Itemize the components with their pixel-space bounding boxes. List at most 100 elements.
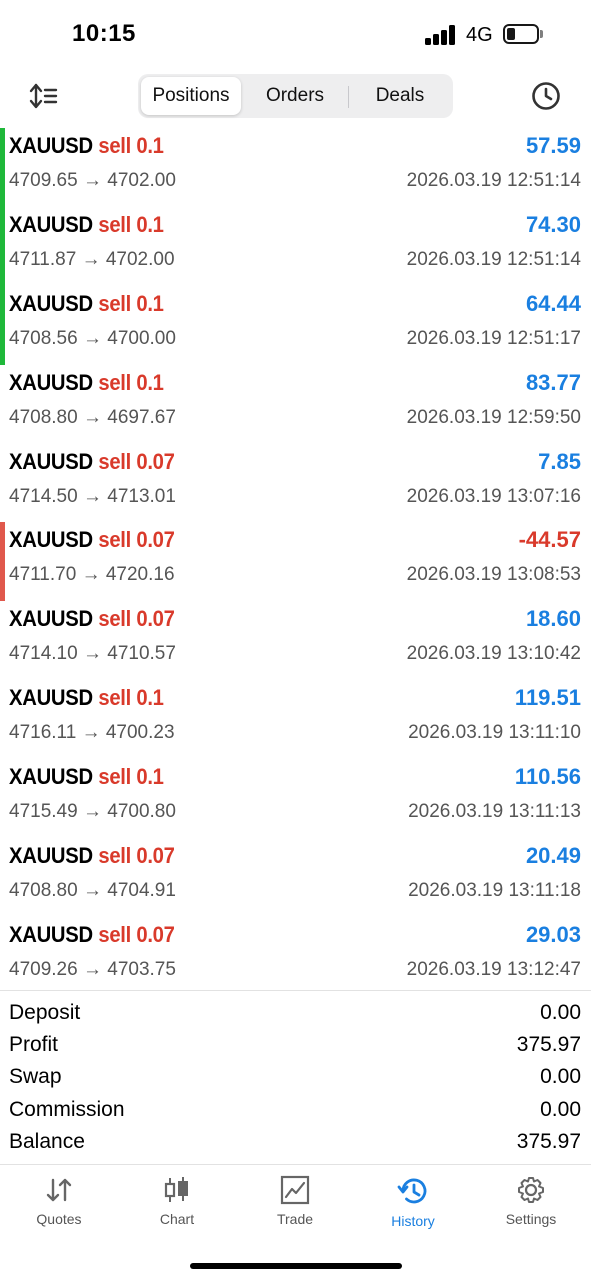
- position-symbol: XAUUSD sell 0.1: [9, 133, 164, 159]
- position-symbol: XAUUSD sell 0.07: [9, 449, 175, 475]
- close-price: 4700.80: [107, 801, 176, 823]
- arrow-right-icon: →: [81, 248, 101, 270]
- close-price: 4702.00: [105, 248, 175, 270]
- close-price: 4713.01: [107, 485, 176, 507]
- close-price: 4700.00: [107, 327, 176, 349]
- position-time: 2026.03.19 12:51:17: [406, 327, 581, 349]
- position-row[interactable]: XAUUSD sell 0.07 7.85 4714.50 → 4713.01 2026…: [0, 444, 591, 523]
- position-time: 2026.03.19 13:08:53: [406, 564, 581, 586]
- position-profit: 83.77: [525, 369, 581, 395]
- position-row[interactable]: XAUUSD sell 0.1 119.51 4716.11 → 4700.23 202…: [0, 680, 591, 759]
- arrow-right-icon: →: [82, 170, 102, 191]
- sort-icon[interactable]: [28, 82, 60, 110]
- bottom-tab-bar: Quotes Chart Trade History Settings: [0, 1164, 591, 1280]
- open-price: 4716.11: [9, 722, 77, 744]
- summary-divider: [0, 990, 591, 991]
- segmented-control: Positions Orders Deals: [138, 74, 453, 118]
- position-profit: 57.59: [525, 133, 581, 158]
- home-indicator: [190, 1263, 402, 1269]
- position-time: 2026.03.19 12:51:14: [406, 248, 581, 270]
- position-time: 2026.03.19 12:51:14: [406, 170, 581, 191]
- position-profit: 7.85: [538, 448, 581, 474]
- position-symbol: XAUUSD sell 0.1: [9, 212, 164, 238]
- position-time: 2026.03.19 13:11:13: [408, 801, 581, 823]
- summary-label: Commission: [9, 1097, 125, 1121]
- tab-history[interactable]: History: [354, 1175, 472, 1239]
- trade-side: sell 0.07: [98, 843, 175, 869]
- clock-icon[interactable]: [530, 80, 562, 112]
- position-status-bar: [0, 522, 5, 602]
- position-profit: 119.51: [514, 685, 581, 711]
- segment-divider: [348, 86, 349, 108]
- account-summary: Deposit 0.00 Profit 375.97 Swap 0.00 Commissio…: [0, 998, 591, 1159]
- close-price: 4704.91: [107, 880, 176, 902]
- position-status-bar: [0, 206, 5, 286]
- position-profit: 74.30: [525, 211, 581, 237]
- close-price: 4710.57: [107, 643, 176, 665]
- position-prices: 4716.11 → 4700.23: [9, 722, 175, 744]
- position-prices: 4708.56 → 4700.00: [9, 328, 176, 350]
- position-prices: 4714.50 → 4713.01: [9, 486, 176, 508]
- summary-value: 375.97: [516, 1033, 581, 1057]
- summary-value: 0.00: [540, 1065, 581, 1089]
- position-status-bar: [0, 365, 5, 444]
- position-profit: -44.57: [518, 527, 581, 553]
- network-type: 4G: [466, 24, 493, 46]
- summary-row: Swap 0.00: [0, 1062, 591, 1094]
- tab-trade[interactable]: Trade: [236, 1175, 354, 1239]
- open-price: 4714.10: [9, 643, 78, 665]
- position-row[interactable]: XAUUSD sell 0.1 83.77 4708.80 → 4697.67 2026…: [0, 365, 591, 444]
- close-price: 4697.67: [107, 406, 176, 428]
- arrow-right-icon: →: [82, 958, 102, 980]
- position-status-bar: [0, 601, 5, 680]
- status-bar: 10:15 4G: [0, 0, 591, 70]
- position-prices: 4714.10 → 4710.57: [9, 643, 176, 665]
- position-prices: 4709.26 → 4703.75: [9, 959, 176, 981]
- position-row[interactable]: XAUUSD sell 0.1 64.44 4708.56 → 4700.00 2026…: [0, 285, 591, 365]
- trade-side: sell 0.1: [98, 764, 164, 790]
- tab-positions[interactable]: Positions: [141, 77, 241, 115]
- summary-row: Commission 0.00: [0, 1095, 591, 1127]
- position-symbol: XAUUSD sell 0.07: [9, 527, 175, 553]
- position-row[interactable]: XAUUSD sell 0.1 57.59 4709.65 → 4702.00 2026…: [0, 128, 591, 207]
- position-symbol: XAUUSD sell 0.07: [9, 922, 175, 948]
- battery-tip: [540, 30, 543, 38]
- position-row[interactable]: XAUUSD sell 0.1 110.56 4715.49 → 4700.80 202…: [0, 759, 591, 838]
- summary-value: 375.97: [516, 1129, 581, 1153]
- symbol-name: XAUUSD: [9, 921, 93, 947]
- candlestick-icon: [164, 1177, 188, 1202]
- arrow-right-icon: →: [82, 880, 102, 902]
- position-prices: 4709.65 → 4702.00: [9, 170, 176, 192]
- position-row[interactable]: XAUUSD sell 0.07 29.03 4709.26 → 4703.75 202…: [0, 917, 591, 996]
- position-status-bar: [0, 128, 5, 207]
- arrow-right-icon: →: [82, 406, 102, 428]
- tab-settings[interactable]: Settings: [472, 1175, 590, 1239]
- position-prices: 4711.70 → 4720.16: [9, 564, 175, 586]
- tab-chart[interactable]: Chart: [118, 1175, 236, 1239]
- summary-value: 0.00: [540, 1097, 581, 1121]
- tab-quotes[interactable]: Quotes: [0, 1175, 118, 1239]
- position-row[interactable]: XAUUSD sell 0.07 20.49 4708.80 → 4704.91 202…: [0, 838, 591, 917]
- open-price: 4711.70: [9, 564, 77, 586]
- position-prices: 4708.80 → 4697.67: [9, 407, 176, 429]
- tab-orders[interactable]: Orders: [245, 77, 345, 115]
- position-time: 2026.03.19 12:59:50: [406, 406, 581, 428]
- symbol-name: XAUUSD: [9, 606, 93, 632]
- position-profit: 110.56: [514, 764, 581, 790]
- position-symbol: XAUUSD sell 0.1: [9, 764, 164, 790]
- tab-deals[interactable]: Deals: [350, 77, 450, 115]
- position-row[interactable]: XAUUSD sell 0.07 18.60 4714.10 → 4710.57 202…: [0, 601, 591, 680]
- trade-side: sell 0.07: [98, 527, 175, 553]
- summary-label: Balance: [9, 1129, 85, 1153]
- arrow-right-icon: →: [82, 485, 102, 507]
- position-symbol: XAUUSD sell 0.1: [9, 291, 164, 317]
- summary-row: Profit 375.97: [0, 1030, 591, 1062]
- position-row[interactable]: XAUUSD sell 0.07 -44.57 4711.70 → 4720.16 20…: [0, 522, 591, 602]
- symbol-name: XAUUSD: [9, 685, 93, 711]
- arrow-right-icon: →: [81, 564, 101, 586]
- position-status-bar: [0, 285, 5, 365]
- symbol-name: XAUUSD: [9, 764, 93, 790]
- close-price: 4702.00: [107, 170, 176, 191]
- trade-side: sell 0.07: [98, 448, 175, 474]
- position-row[interactable]: XAUUSD sell 0.1 74.30 4711.87 → 4702.00 2026…: [0, 206, 591, 286]
